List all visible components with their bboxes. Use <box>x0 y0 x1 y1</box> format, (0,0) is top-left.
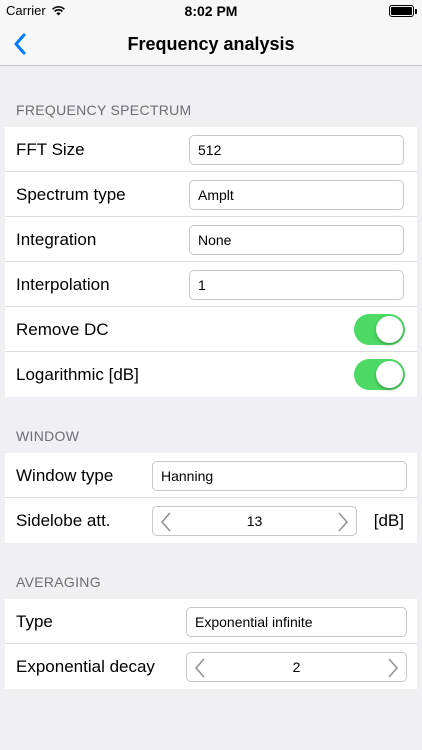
window-type-field[interactable]: Hanning <box>152 461 407 491</box>
window-type-label: Window type <box>16 466 114 485</box>
spectrum-group: FFT Size 512 Spectrum type Amplt Integra… <box>5 127 417 397</box>
exponential-decay-value: 2 <box>292 659 301 675</box>
status-bar: Carrier 8:02 PM <box>0 0 422 22</box>
interpolation-label: Interpolation <box>16 275 110 294</box>
fft-size-row: FFT Size 512 <box>5 127 417 172</box>
sidelobe-unit: [dB] <box>373 511 404 530</box>
battery-icon <box>389 5 417 17</box>
remove-dc-row: Remove DC <box>5 307 417 352</box>
integration-label: Integration <box>16 230 97 249</box>
remove-dc-label: Remove DC <box>16 320 109 339</box>
sidelobe-label: Sidelobe att. <box>16 511 111 530</box>
fft-size-label: FFT Size <box>16 140 85 159</box>
window-group: Window type Hanning Sidelobe att. 13 [dB… <box>5 453 417 543</box>
exponential-decay-stepper: 2 <box>186 652 407 682</box>
averaging-type-row: Type Exponential infinite <box>5 599 417 644</box>
logarithmic-label: Logarithmic [dB] <box>16 365 139 384</box>
page-title: Frequency analysis <box>127 34 295 54</box>
averaging-type-label: Type <box>16 612 53 631</box>
integration-field[interactable]: None <box>189 225 404 255</box>
averaging-type-field[interactable]: Exponential infinite <box>186 607 407 637</box>
exponential-decay-label: Exponential decay <box>16 657 155 676</box>
window-type-row: Window type Hanning <box>5 453 417 498</box>
increment-chevron-icon[interactable] <box>386 657 400 679</box>
fft-size-field[interactable]: 512 <box>189 135 404 165</box>
spectrum-type-row: Spectrum type Amplt <box>5 172 417 217</box>
spectrum-type-field[interactable]: Amplt <box>189 180 404 210</box>
averaging-group: Type Exponential infinite Exponential de… <box>5 599 417 689</box>
logarithmic-toggle[interactable] <box>354 359 405 390</box>
interpolation-row: Interpolation 1 <box>5 262 417 307</box>
integration-row: Integration None <box>5 217 417 262</box>
logarithmic-row: Logarithmic [dB] <box>5 352 417 397</box>
sidelobe-stepper: 13 <box>152 506 357 536</box>
section-header-spectrum: FREQUENCY SPECTRUM <box>16 102 192 118</box>
sidelobe-row: Sidelobe att. 13 [dB] <box>5 498 417 543</box>
remove-dc-toggle[interactable] <box>354 314 405 345</box>
increment-chevron-icon[interactable] <box>336 511 350 533</box>
exponential-decay-row: Exponential decay 2 <box>5 644 417 689</box>
spectrum-type-label: Spectrum type <box>16 185 126 204</box>
sidelobe-value: 13 <box>246 513 263 529</box>
section-header-averaging: AVERAGING <box>16 574 101 590</box>
status-time: 8:02 PM <box>184 3 238 19</box>
interpolation-field[interactable]: 1 <box>189 270 404 300</box>
navigation-bar: Frequency analysis <box>0 22 422 66</box>
section-header-window: WINDOW <box>16 428 80 444</box>
